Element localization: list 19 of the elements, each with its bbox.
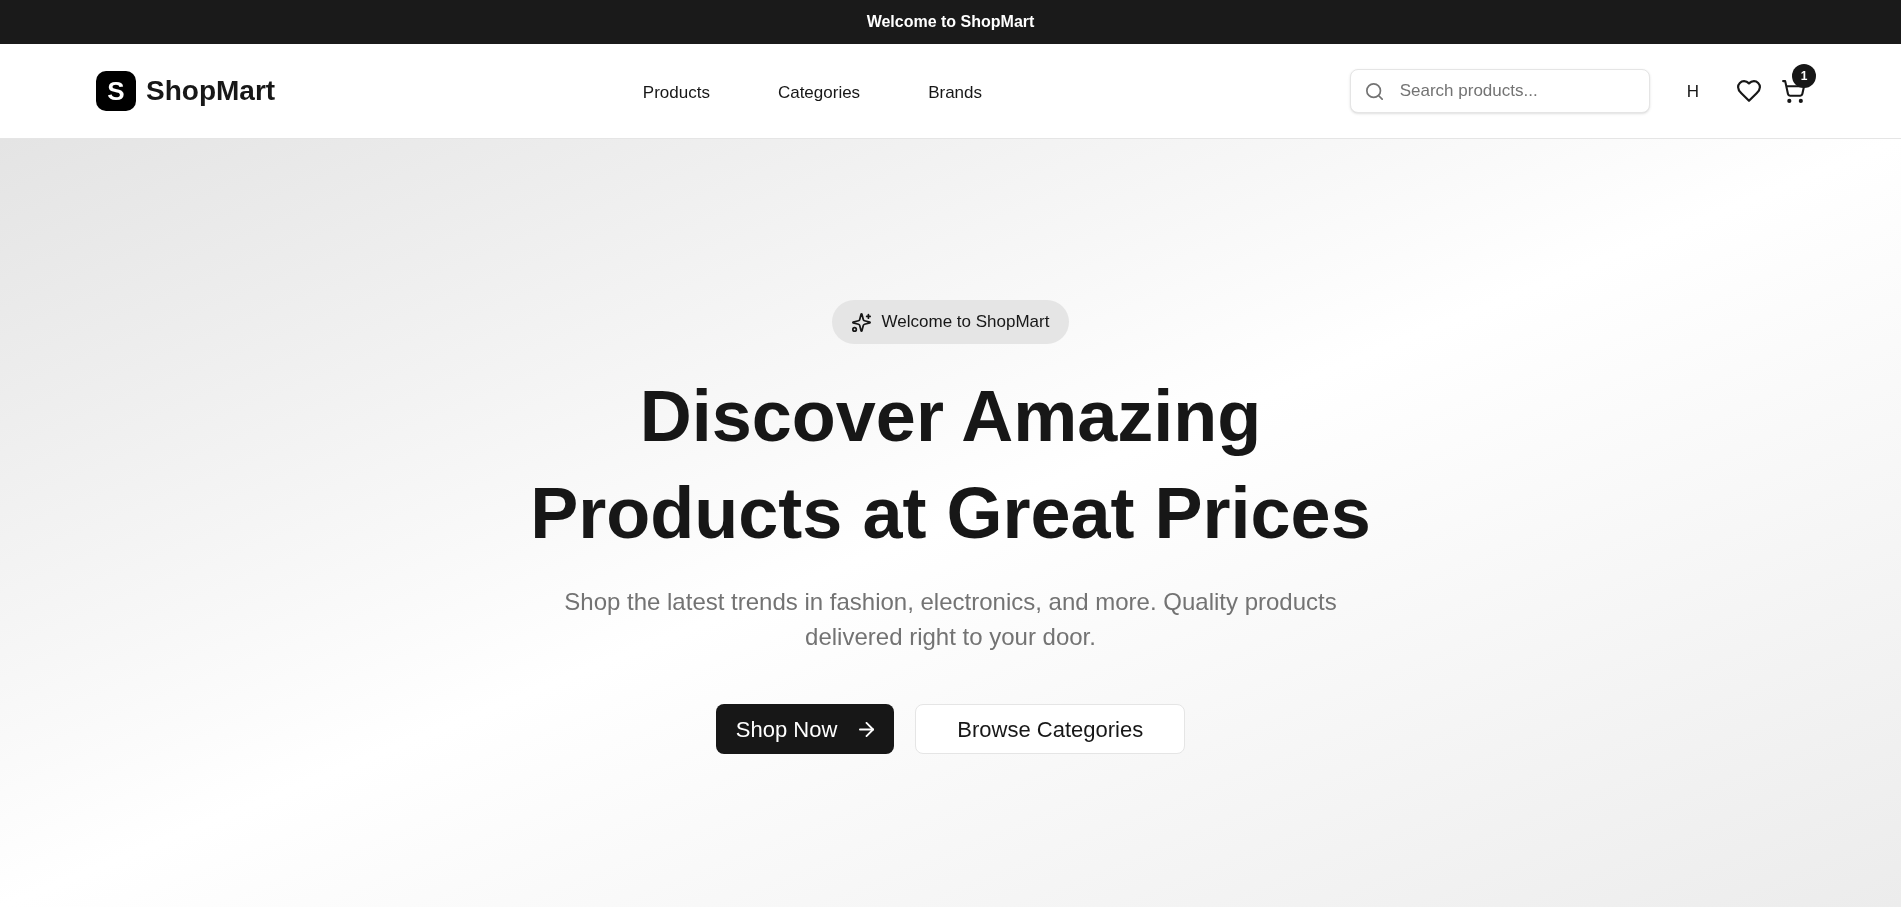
heart-icon[interactable] [1737, 80, 1761, 102]
badge-text: Welcome to ShopMart [881, 311, 1050, 334]
nav-link[interactable]: Categories [777, 80, 861, 106]
nav-link[interactable]: Brands [928, 80, 982, 106]
search-field[interactable]: Search products... [1349, 69, 1650, 113]
logo-mark[interactable]: S [96, 71, 136, 111]
nav-link[interactable]: Products [642, 80, 710, 106]
user-initial-button[interactable]: H [1686, 82, 1699, 100]
search-icon [1365, 83, 1383, 100]
shop-now-button[interactable]: Shop Now [715, 704, 895, 754]
announcement-text: Welcome to ShopMart [866, 12, 1035, 32]
arrow-right-icon [859, 721, 875, 737]
cart-count-badge: 1 [1792, 63, 1816, 88]
sparkles-icon [851, 312, 871, 332]
hero-subtitle: Shop the latest trends in fashion, electronics, and more. Quality products delivered right to your door. [563, 587, 1338, 652]
browse-button[interactable]: Browse Categories [915, 704, 1186, 754]
brand-name[interactable]: ShopMart [146, 70, 276, 112]
cart-icon[interactable] [1782, 79, 1805, 103]
hero-title: Discover Amazing Products at Great Prices [529, 375, 1372, 555]
